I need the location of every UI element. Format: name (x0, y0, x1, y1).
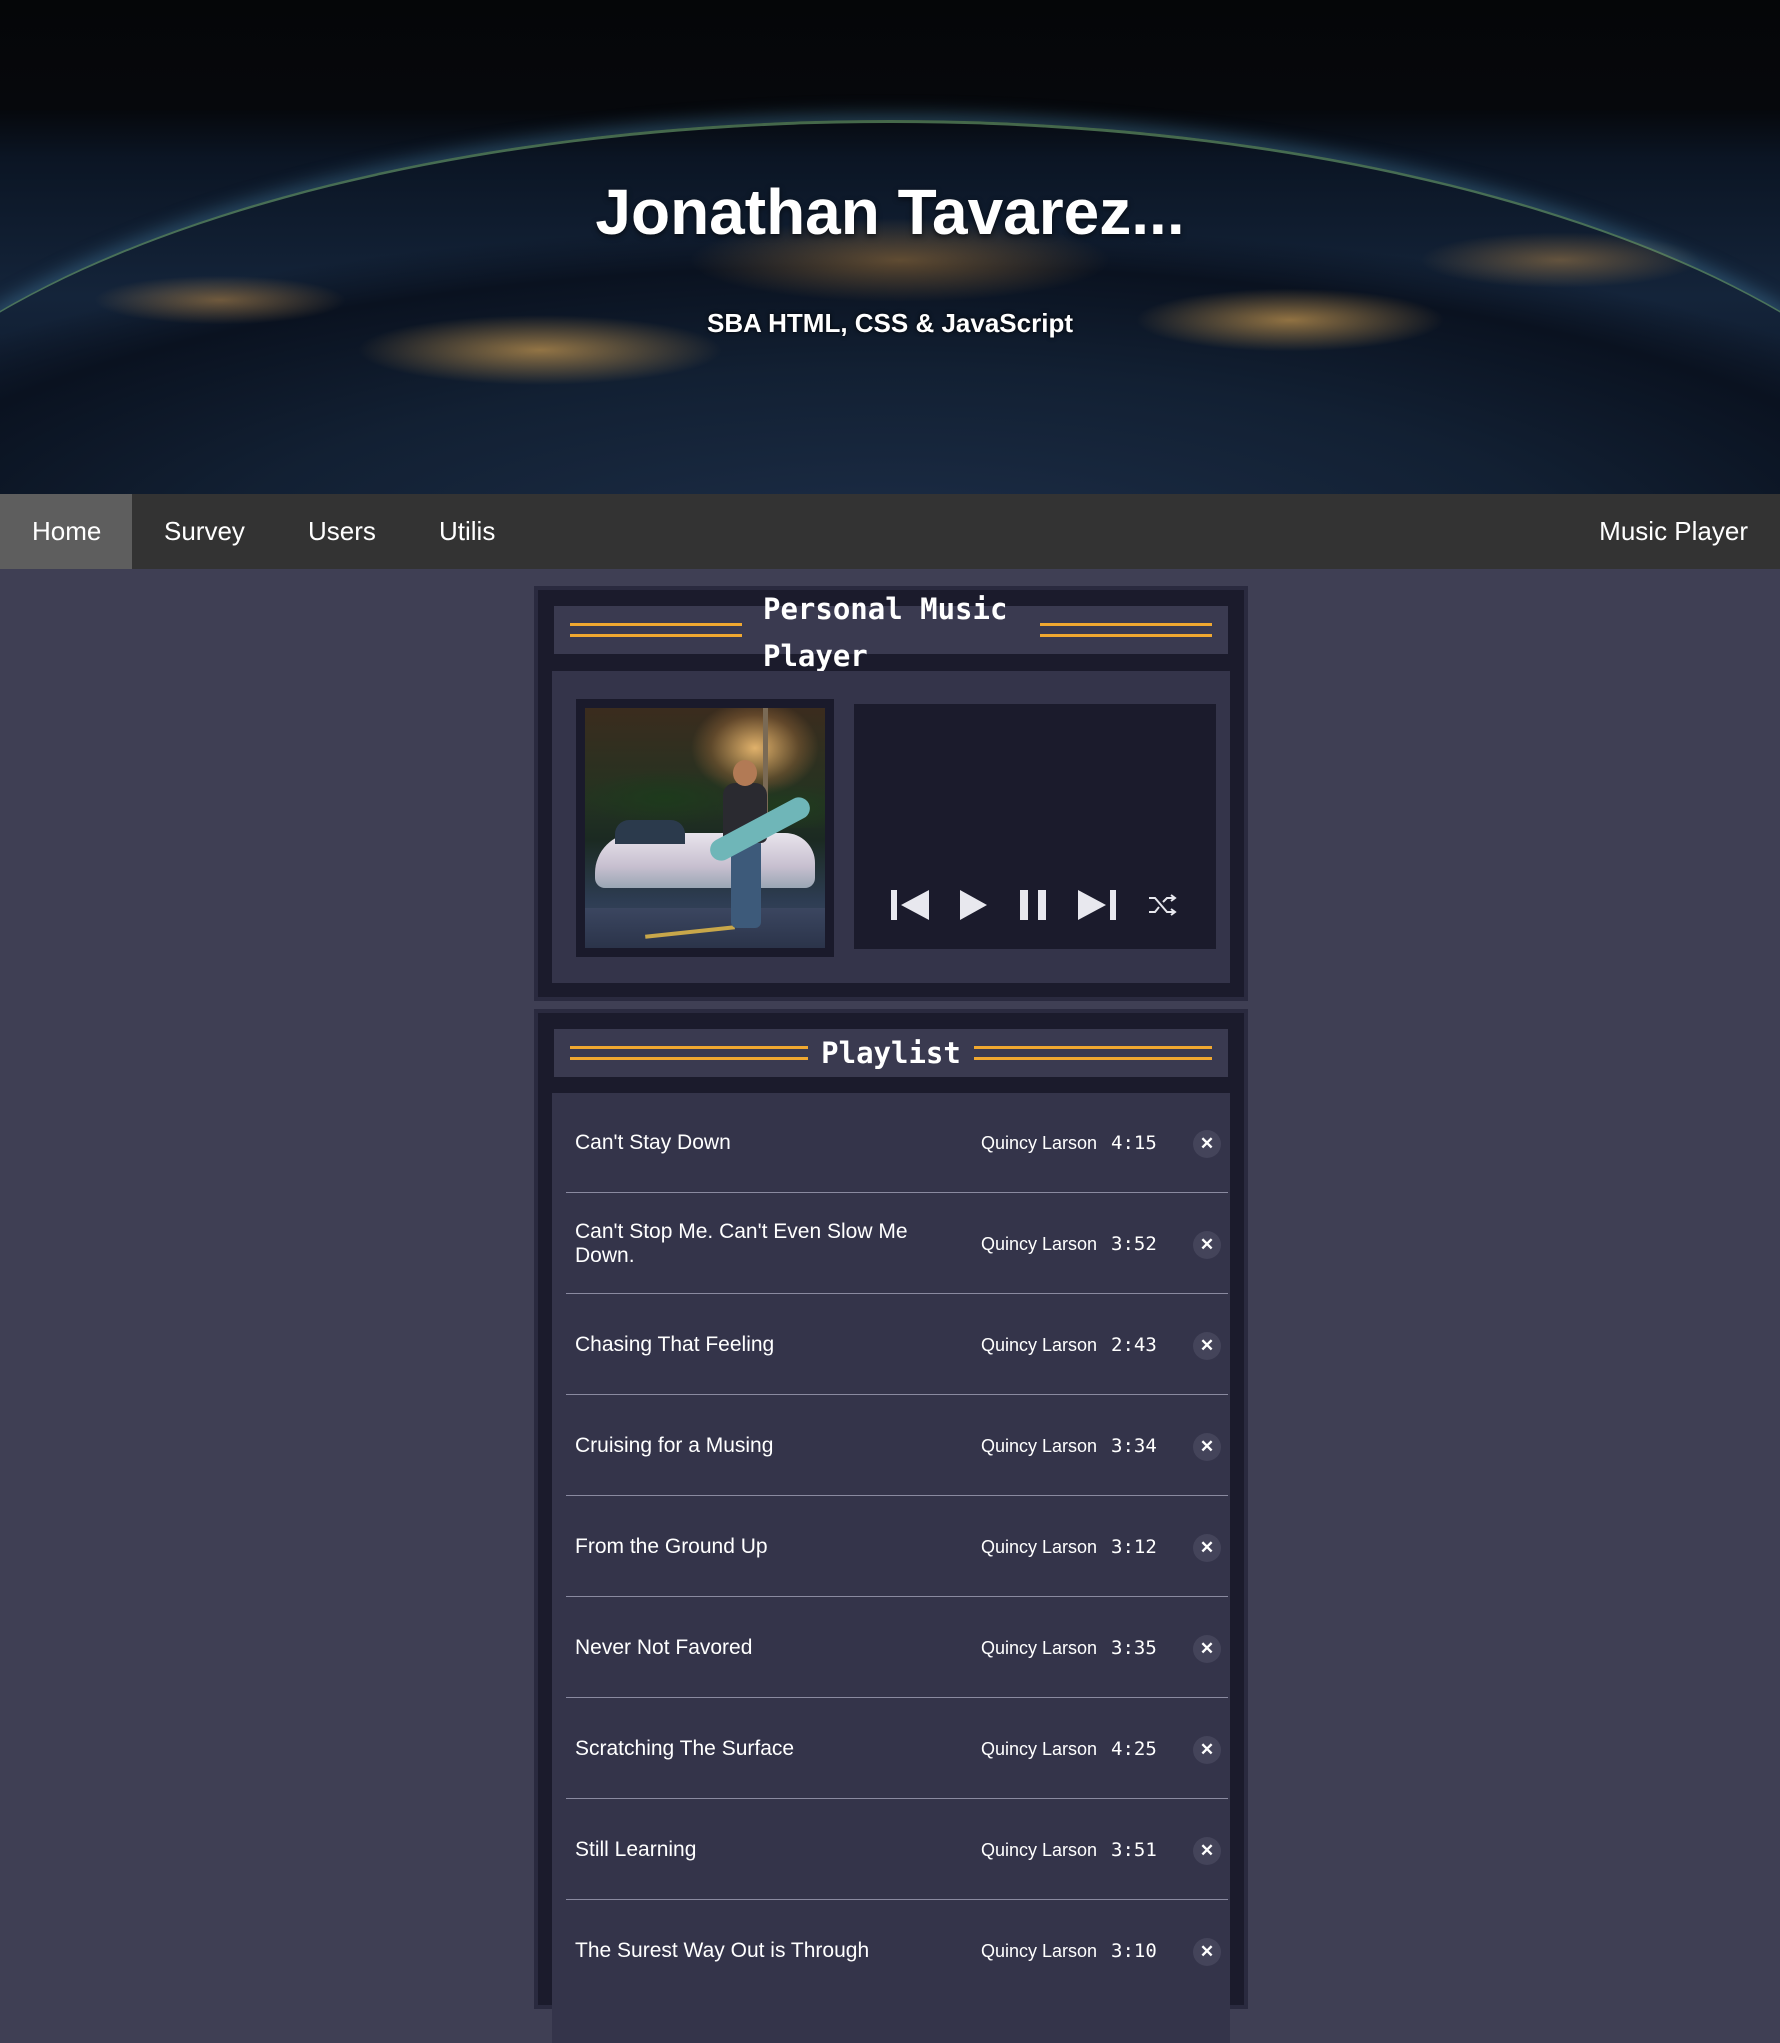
album-art (585, 708, 825, 948)
playlist-track[interactable]: From the Ground Up Quincy Larson 3:12 ✕ (566, 1497, 1228, 1597)
top-nav: Home Survey Users Utilis Music Player (0, 494, 1780, 569)
track-title: From the Ground Up (575, 1535, 768, 1558)
player-panel: Personal Music Player (534, 586, 1248, 1001)
track-title: Scratching The Surface (575, 1737, 795, 1760)
track-title: Can't Stay Down (575, 1131, 731, 1154)
track-artist: Quincy Larson (980, 1436, 1097, 1456)
delete-track-button[interactable]: ✕ (1193, 1837, 1221, 1865)
close-icon: ✕ (1199, 1740, 1215, 1759)
track-artist: Quincy Larson (980, 1739, 1097, 1759)
playlist-track[interactable]: Never Not Favored Quincy Larson 3:35 ✕ (566, 1598, 1228, 1698)
page-subtitle: SBA HTML, CSS & JavaScript (706, 308, 1073, 338)
close-icon: ✕ (1199, 1841, 1215, 1860)
nav-music-player[interactable]: Music Player (1567, 494, 1780, 569)
playlist-track[interactable]: The Surest Way Out is Through Quincy Lars… (566, 1901, 1228, 2001)
close-icon: ✕ (1199, 1134, 1215, 1153)
close-icon: ✕ (1199, 1235, 1215, 1254)
close-icon: ✕ (1199, 1942, 1215, 1961)
shuffle-icon[interactable] (1148, 894, 1178, 921)
track-duration: 3:52 (1111, 1233, 1157, 1255)
player-display (854, 704, 1216, 949)
playlist-panel: Playlist Can't Stay Down Quincy Larson 4:1… (534, 1009, 1248, 2043)
delete-track-button[interactable]: ✕ (1193, 1938, 1221, 1966)
page-title: Jonathan Tavarez... (595, 176, 1185, 248)
track-title: Still Learning (575, 1838, 697, 1861)
track-artist: Quincy Larson (980, 1335, 1097, 1355)
playlist-panel-header: Playlist (554, 1029, 1228, 1077)
track-duration: 4:15 (1111, 1132, 1157, 1154)
track-duration: 3:10 (1111, 1940, 1157, 1962)
track-duration: 3:12 (1111, 1536, 1157, 1558)
track-artist: Quincy Larson (980, 1234, 1097, 1254)
delete-track-button[interactable]: ✕ (1193, 1736, 1221, 1764)
track-duration: 3:34 (1111, 1435, 1157, 1457)
nav-survey[interactable]: Survey (132, 494, 277, 569)
playlist-track[interactable]: Can't Stop Me. Can't Even Slow Me Down. Q… (566, 1194, 1228, 1294)
player-body (552, 671, 1230, 983)
track-title: Chasing That Feeling (575, 1333, 775, 1356)
close-icon: ✕ (1199, 1538, 1215, 1557)
track-duration: 3:51 (1111, 1839, 1157, 1861)
hero-banner: Jonathan Tavarez... SBA HTML, CSS & Java… (0, 0, 1780, 494)
playlist-track[interactable]: Scratching The Surface Quincy Larson 4:25 ✕ (566, 1699, 1228, 1799)
player-title-line-1: Personal Music (763, 592, 1008, 626)
delete-track-button[interactable]: ✕ (1193, 1130, 1221, 1158)
track-title: Never Not Favored (575, 1636, 753, 1659)
track-artist: Quincy Larson (980, 1133, 1097, 1153)
playlist-body: Can't Stay Down Quincy Larson 4:15 ✕ Can't S… (552, 1093, 1230, 2043)
playlist-track[interactable]: Cruising for a Musing Quincy Larson 3:34 ✕ (566, 1396, 1228, 1496)
playlist-track[interactable]: Can't Stay Down Quincy Larson 4:15 ✕ (566, 1093, 1228, 1193)
player-title: Personal Music Player (763, 586, 1007, 680)
track-artist: Quincy Larson (980, 1537, 1097, 1557)
next-icon[interactable] (1078, 890, 1118, 925)
track-title: The Surest Way Out is Through (575, 1939, 870, 1962)
playlist-title: Playlist (821, 1036, 961, 1070)
track-artist: Quincy Larson (980, 1941, 1097, 1961)
header-decoration-right (1040, 623, 1212, 637)
delete-track-button[interactable]: ✕ (1193, 1231, 1221, 1259)
track-title: Cruising for a Musing (575, 1434, 774, 1457)
track-artist: Quincy Larson (980, 1638, 1097, 1658)
header-decoration-left (570, 623, 742, 637)
playlist-track[interactable]: Chasing That Feeling Quincy Larson 2:43 ✕ (566, 1295, 1228, 1395)
nav-home[interactable]: Home (0, 494, 132, 569)
track-duration: 4:25 (1111, 1738, 1157, 1760)
album-art-frame (576, 699, 834, 957)
delete-track-button[interactable]: ✕ (1193, 1635, 1221, 1663)
delete-track-button[interactable]: ✕ (1193, 1534, 1221, 1562)
nav-users[interactable]: Users (276, 494, 408, 569)
previous-icon[interactable] (891, 890, 931, 925)
delete-track-button[interactable]: ✕ (1193, 1332, 1221, 1360)
play-icon[interactable] (960, 890, 988, 925)
close-icon: ✕ (1199, 1437, 1215, 1456)
pause-icon[interactable] (1020, 890, 1048, 925)
close-icon: ✕ (1199, 1336, 1215, 1355)
track-duration: 3:35 (1111, 1637, 1157, 1659)
delete-track-button[interactable]: ✕ (1193, 1433, 1221, 1461)
track-artist: Quincy Larson (980, 1840, 1097, 1860)
nav-utilis[interactable]: Utilis (407, 494, 527, 569)
playlist-track[interactable]: Still Learning Quincy Larson 3:51 ✕ (566, 1800, 1228, 1900)
close-icon: ✕ (1199, 1639, 1215, 1658)
track-duration: 2:43 (1111, 1334, 1157, 1356)
track-title: Can't Stop Me. Can't Even Slow Me Down. (575, 1220, 908, 1267)
